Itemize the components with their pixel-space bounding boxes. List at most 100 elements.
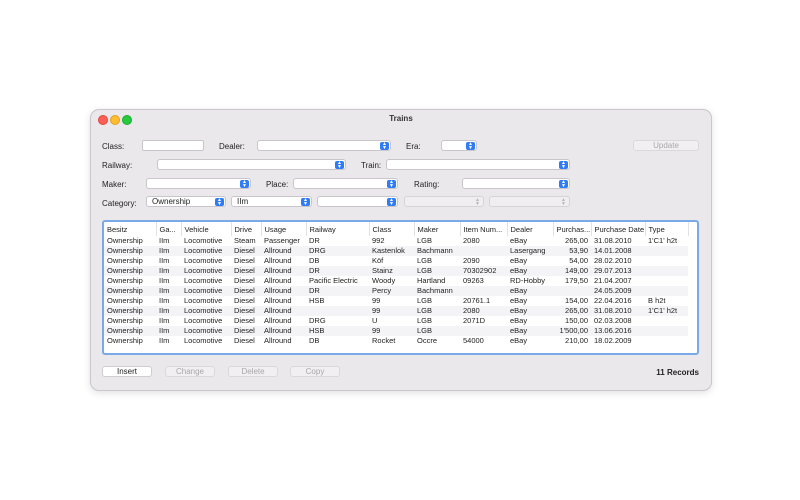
table-cell — [460, 246, 507, 256]
column-header[interactable]: Type — [645, 222, 689, 236]
column-header[interactable]: Maker — [414, 222, 461, 236]
table-row[interactable]: Ownership IIm Locomotive Diesel Allround Paci… — [104, 276, 688, 286]
era-label: Era: — [406, 142, 421, 151]
table-cell: DRG — [309, 316, 326, 325]
rating-popup[interactable]: ▲ ▼ — [462, 178, 570, 189]
popup-arrows-icon: ▲ ▼ — [559, 179, 568, 188]
copy-button[interactable]: Copy — [290, 366, 340, 377]
column-header[interactable]: Dealer — [507, 222, 554, 236]
table-row[interactable]: Ownership IIm Locomotive Steam Passenger DR 99… — [104, 236, 688, 246]
record-count: 11 Records — [656, 368, 699, 377]
table-cell: Locomotive — [184, 236, 223, 245]
table-cell: Diesel — [234, 296, 255, 305]
table-cell: Hartland — [417, 276, 446, 285]
railway-popup[interactable]: ▲ ▼ — [157, 159, 346, 170]
table-cell: LGB — [414, 306, 460, 316]
table-cell — [306, 306, 369, 316]
maker-label: Maker: — [102, 180, 127, 189]
class-label: Class: — [102, 142, 125, 151]
rating-label: Rating: — [414, 180, 440, 189]
table-cell: Allround — [261, 246, 306, 256]
table-cell — [645, 286, 688, 296]
table-cell: 54000 — [463, 336, 484, 345]
table-cell — [645, 316, 688, 326]
popup-arrows-icon: ▲ ▼ — [240, 179, 249, 188]
insert-button[interactable]: Insert — [102, 366, 152, 377]
popup-arrows-icon: ▲ ▼ — [387, 179, 396, 188]
table-row[interactable]: Ownership IIm Locomotive Diesel Allround DB Kö… — [104, 256, 688, 266]
table-cell: Diesel — [234, 256, 255, 265]
table-cell: Diesel — [234, 276, 255, 285]
table-cell: Ownership — [104, 246, 156, 256]
table-row[interactable]: Ownership IIm Locomotive Diesel Allround HSB 9… — [104, 296, 688, 306]
table-cell: eBay — [510, 296, 528, 305]
table-cell: IIm — [156, 266, 181, 276]
table-cell: 992 — [372, 236, 385, 245]
class-field[interactable] — [142, 140, 204, 151]
table-cell: Locomotive — [181, 246, 231, 256]
vehicle-popup[interactable]: ▲ ▼ — [317, 196, 398, 207]
table-cell: Bachmann — [414, 246, 460, 256]
era-popup[interactable]: ▲ ▼ — [441, 140, 477, 151]
maker-popup[interactable]: ▲ ▼ — [146, 178, 251, 189]
table-cell: 1'C1' h2t — [645, 306, 688, 316]
column-header[interactable]: Vehicle — [181, 222, 232, 236]
table-row[interactable]: Ownership IIm Locomotive Diesel Allround 99 LG… — [104, 306, 688, 316]
table-cell: Locomotive — [184, 336, 223, 345]
table-cell — [645, 326, 688, 336]
table-cell: LGB — [417, 236, 433, 245]
column-header[interactable]: Railway — [306, 222, 370, 236]
railway-label: Railway: — [102, 161, 133, 170]
table-cell: 02.03.2008 — [594, 316, 632, 325]
table-cell: Rocket — [372, 336, 396, 345]
table-row[interactable]: Ownership IIm Locomotive Diesel Allround DR Pe… — [104, 286, 688, 296]
column-header[interactable]: Drive — [231, 222, 262, 236]
category-value: Ownership — [152, 197, 191, 206]
popup-arrows-icon: ▲ ▼ — [380, 141, 389, 150]
delete-button[interactable]: Delete — [228, 366, 278, 377]
table-cell: IIm — [156, 326, 181, 336]
table-cell: 14.01.2008 — [591, 246, 645, 256]
change-button[interactable]: Change — [165, 366, 215, 377]
table-row[interactable]: Ownership IIm Locomotive Diesel Allround DB Ro… — [104, 336, 688, 346]
table-cell: Ownership — [107, 276, 143, 285]
table-cell: Locomotive — [181, 286, 231, 296]
table-cell: 13.06.2016 — [591, 326, 645, 336]
table-row[interactable]: Ownership IIm Locomotive Diesel Allround DR St… — [104, 266, 688, 276]
table-cell — [645, 246, 688, 256]
table-cell: 99 — [369, 306, 414, 316]
table-cell: 54,00 — [569, 256, 588, 265]
train-popup[interactable]: ▲ ▼ — [386, 159, 570, 170]
table-cell — [645, 336, 688, 346]
column-header[interactable]: Purchase Date — [591, 222, 646, 236]
table-row[interactable]: Ownership IIm Locomotive Diesel Allround DRG U… — [104, 316, 688, 326]
train-label: Train: — [361, 161, 382, 170]
table-cell: 31.08.2010 — [591, 306, 645, 316]
table-cell: Diesel — [231, 306, 261, 316]
gauge-popup[interactable]: IIm ▲ ▼ — [231, 196, 312, 207]
column-header[interactable]: Class — [369, 222, 415, 236]
update-button[interactable]: Update — [633, 140, 699, 151]
table-cell: DB — [309, 336, 320, 345]
column-header[interactable]: Ga... — [156, 222, 182, 236]
table-cell: Ownership — [107, 336, 143, 345]
table-row[interactable]: Ownership IIm Locomotive Diesel Allround DRG K… — [104, 246, 688, 256]
usage-popup[interactable]: ▲ ▼ — [489, 196, 570, 207]
place-popup[interactable]: ▲ ▼ — [293, 178, 398, 189]
drive-popup[interactable]: ▲ ▼ — [404, 196, 484, 207]
dealer-popup[interactable]: ▲ ▼ — [257, 140, 391, 151]
table-cell: Diesel — [231, 266, 261, 276]
table-cell: Allround — [264, 256, 292, 265]
category-popup[interactable]: Ownership ▲ ▼ — [146, 196, 226, 207]
table-cell: eBay — [510, 336, 528, 345]
column-header[interactable]: Item Num... — [460, 222, 508, 236]
column-header[interactable]: Usage — [261, 222, 307, 236]
column-header[interactable]: Purchas... — [553, 222, 592, 236]
column-header[interactable]: Besitz — [104, 222, 157, 236]
table-cell: IIm — [159, 296, 170, 305]
table-cell: LGB — [417, 316, 433, 325]
table-cell: eBay — [510, 236, 528, 245]
trains-table[interactable]: Besitz Ga... Vehicle Drive Usage Railway… — [102, 220, 699, 355]
table-cell: 09263 — [463, 276, 484, 285]
table-row[interactable]: Ownership IIm Locomotive Diesel Allround HSB 9… — [104, 326, 688, 336]
